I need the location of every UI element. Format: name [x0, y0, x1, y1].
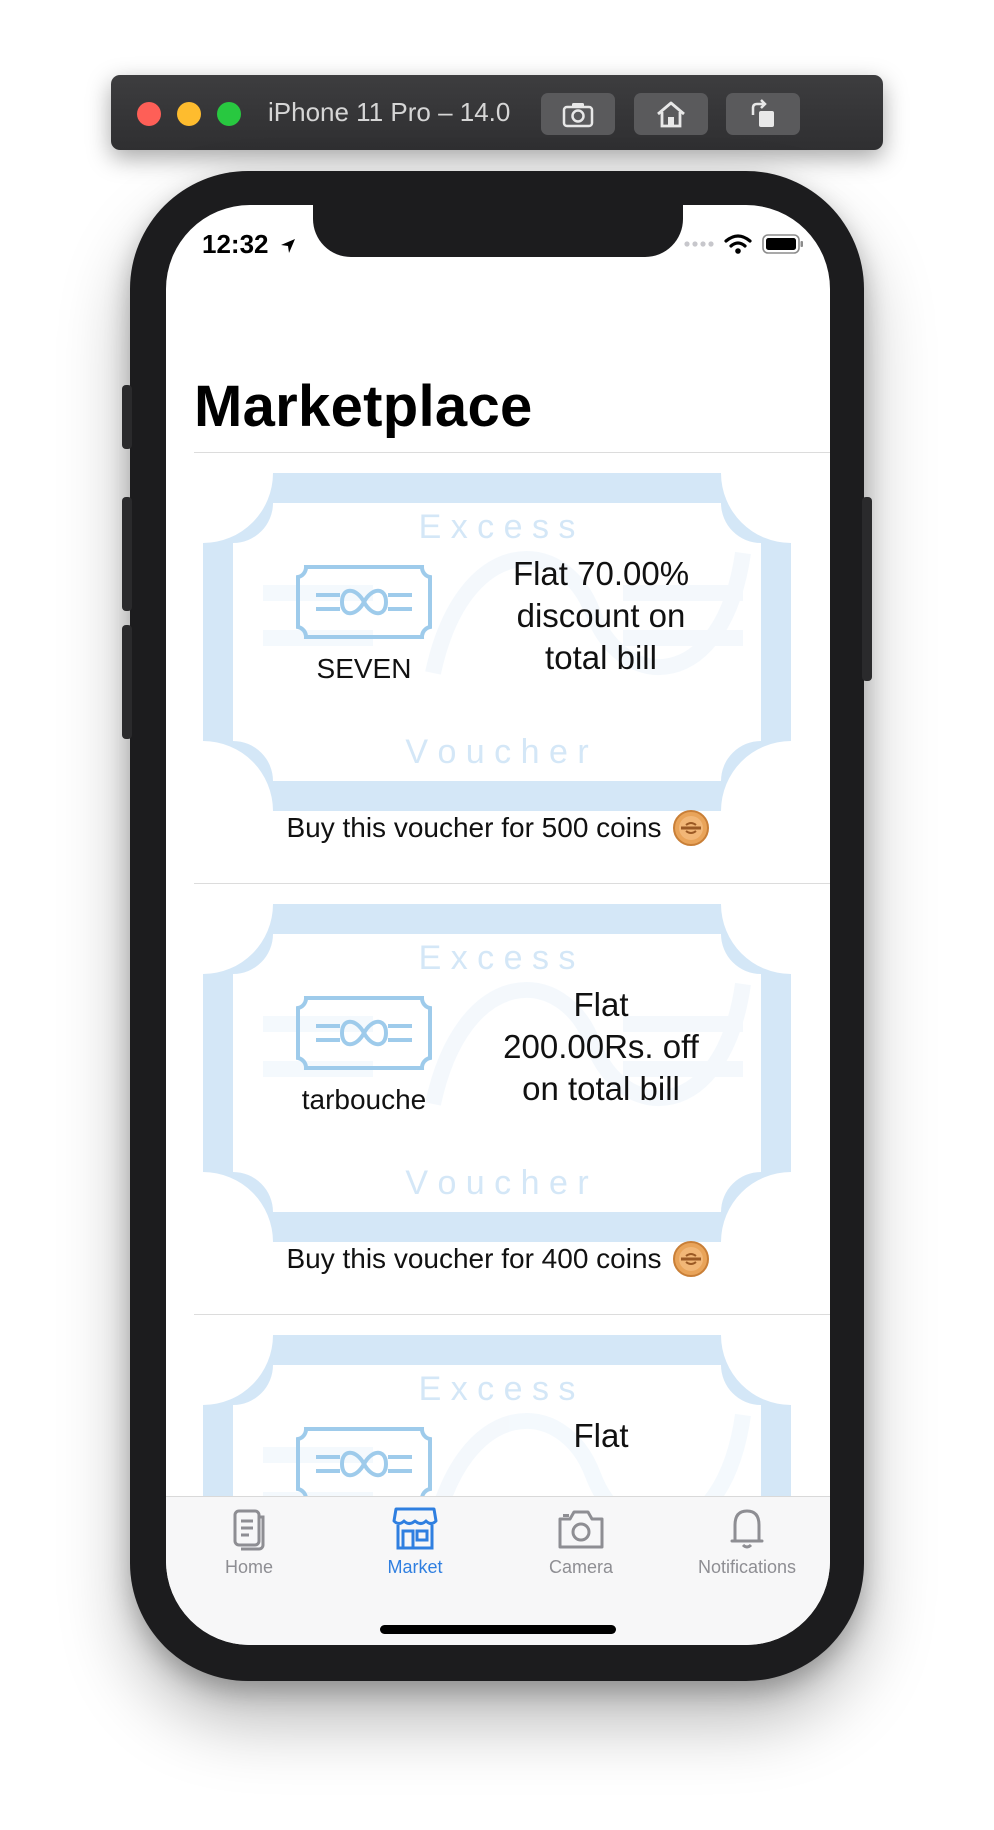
tab-home[interactable]: Home	[166, 1505, 332, 1585]
voucher-card[interactable]: E x c e s s V o u c h e r SEVEN Flat 70.…	[166, 453, 830, 884]
notch	[313, 205, 683, 257]
voucher-logo-icon	[296, 565, 432, 639]
tab-label: Home	[224, 1557, 273, 1577]
watermark-bottom: V o u c h e r	[405, 733, 588, 771]
voucher-offer: Flat	[496, 1415, 706, 1457]
buy-voucher-label: Buy this voucher for 400 coins	[286, 1243, 662, 1274]
phone-screen: Marketplace E x c e s s V o u c h e r SE…	[166, 205, 830, 1645]
offer-line: 200.00Rs. off	[503, 1028, 699, 1065]
screenshot-button[interactable]	[541, 93, 615, 135]
coin-icon	[672, 810, 709, 846]
voucher-logo-icon	[296, 1427, 432, 1496]
page-title: Marketplace	[194, 374, 533, 439]
watermark-top: E x c e s s	[419, 508, 576, 546]
scroll-content[interactable]: Marketplace E x c e s s V o u c h e r SE…	[166, 205, 830, 1496]
tab-label: Camera	[548, 1557, 614, 1577]
clock: 12:32	[202, 229, 269, 259]
mute-switch	[122, 385, 132, 449]
minimize-window-button[interactable]	[177, 102, 201, 126]
zoom-window-button[interactable]	[217, 102, 241, 126]
power-button	[862, 497, 872, 681]
watermark-bottom: V o u c h e r	[405, 1164, 588, 1202]
watermark-top: E x c e s s	[419, 1370, 576, 1408]
tab-bar: Home Market Camera Notifications	[166, 1496, 830, 1645]
voucher-brand: SEVEN	[316, 653, 412, 684]
volume-up-button	[122, 497, 132, 611]
tab-label: Market	[387, 1557, 443, 1577]
offer-line: total bill	[545, 639, 657, 676]
tab-notifications[interactable]: Notifications	[664, 1505, 830, 1585]
buy-voucher-label: Buy this voucher for 500 coins	[286, 812, 662, 843]
wifi-icon	[724, 234, 752, 254]
voucher-logo-icon	[296, 996, 432, 1070]
volume-down-button	[122, 625, 132, 739]
status-icons	[684, 233, 804, 255]
tab-camera[interactable]: Camera	[498, 1505, 664, 1585]
offer-line: Flat	[573, 1417, 629, 1454]
rotate-icon	[751, 99, 774, 127]
camera-icon	[558, 1510, 604, 1549]
home-doc-icon	[233, 1509, 265, 1551]
storefront-icon	[392, 1507, 438, 1550]
screenshot-icon	[562, 103, 594, 128]
bell-icon	[730, 1509, 764, 1549]
offer-line: Flat	[573, 986, 629, 1023]
offer-line: Flat 70.00%	[512, 555, 690, 592]
buy-voucher-row[interactable]: Buy this voucher for 500 coins	[166, 809, 830, 847]
tab-label: Notifications	[697, 1557, 797, 1577]
voucher-brand: tarbouche	[301, 1084, 427, 1115]
simulator-toolbar: iPhone 11 Pro – 14.0	[111, 75, 883, 150]
offer-line: on total bill	[522, 1070, 680, 1107]
coin-icon	[672, 1241, 709, 1277]
home-indicator[interactable]	[380, 1625, 616, 1634]
simulator-title: iPhone 11 Pro – 14.0	[268, 97, 511, 127]
buy-voucher-row[interactable]: Buy this voucher for 400 coins	[166, 1240, 830, 1278]
signal-dots-icon	[684, 241, 714, 247]
status-time: 12:32	[202, 229, 296, 260]
voucher-card[interactable]: E x c e s s V o u c h e r tarbouche Flat…	[166, 884, 830, 1315]
battery-icon	[762, 234, 803, 254]
rotate-button[interactable]	[726, 93, 800, 135]
voucher-offer: Flat 200.00Rs. off on total bill	[496, 984, 706, 1110]
home-button[interactable]	[634, 93, 708, 135]
offer-line: discount on	[516, 597, 686, 634]
watermark-top: E x c e s s	[419, 939, 576, 977]
voucher-card[interactable]: E x c e s s Flat	[166, 1315, 830, 1496]
close-window-button[interactable]	[137, 102, 161, 126]
home-icon	[657, 101, 685, 128]
tab-market[interactable]: Market	[332, 1505, 498, 1585]
voucher-offer: Flat 70.00% discount on total bill	[496, 553, 706, 679]
location-arrow-icon	[280, 239, 295, 253]
